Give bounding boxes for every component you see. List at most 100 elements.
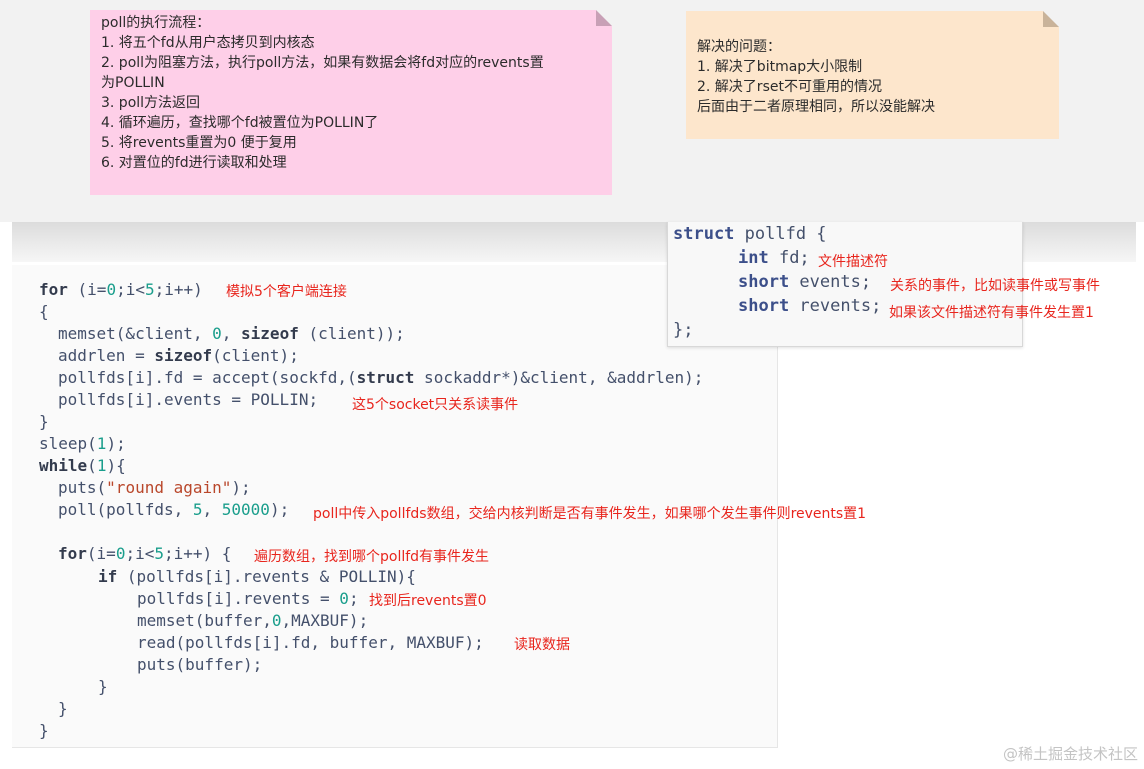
code-line-3: memset(&client, 0, sizeof (client));: [58, 324, 405, 343]
annotation-fd: 文件描述符: [818, 254, 888, 270]
code-text: poll(pollfds,: [58, 500, 193, 519]
code-text: (i=: [67, 280, 107, 299]
keyword: for: [39, 280, 68, 299]
code-line-13: if (pollfds[i].revents & POLLIN){: [98, 567, 416, 586]
code-text: (pollfds[i].revents & POLLIN){: [117, 567, 416, 586]
number: 5: [192, 500, 203, 519]
struct-line-5: };: [673, 320, 694, 340]
code-line-4: addrlen = sizeof(client);: [58, 346, 299, 365]
number: 5: [144, 280, 155, 299]
code-line-2: {: [39, 302, 49, 321]
keyword: for: [58, 544, 87, 563]
code-line-16: read(pollfds[i].fd, buffer, MAXBUF);: [137, 633, 484, 652]
code-text: revents;: [789, 296, 882, 316]
code-line-6: pollfds[i].events = POLLIN;: [58, 390, 319, 409]
code-text: ,MAXBUF);: [281, 611, 369, 630]
code-text: ){: [106, 456, 126, 475]
note-line: 6. 对置位的fd进行读取和处理: [101, 155, 287, 171]
note-line: 解决的问题：: [697, 39, 781, 55]
code-text: );: [269, 500, 290, 519]
keyword: sizeof: [241, 324, 299, 343]
code-text: ;i<: [116, 280, 145, 299]
code-line-14: pollfds[i].revents = 0;: [137, 589, 359, 608]
number: 5: [154, 544, 164, 563]
keyword: struct: [356, 368, 415, 387]
code-text: (: [87, 456, 97, 475]
code-text: ;: [348, 589, 359, 608]
number: 0: [106, 280, 117, 299]
annotation-revents: 如果该文件描述符有事件发生置1: [889, 305, 1094, 321]
struct-line-3: short events;: [738, 272, 871, 292]
code-text: );: [106, 434, 126, 453]
code-text: pollfds[i].revents =: [137, 589, 340, 608]
note-line: 2. 解决了rset不可重用的情况: [697, 79, 882, 95]
code-line-10: puts("round again");: [58, 478, 251, 497]
note-line: 后面由于二者原理相同，所以没能解决: [697, 99, 935, 115]
keyword: short: [738, 272, 790, 292]
note-fold: [1043, 11, 1059, 27]
annotation-reset: 找到后revents置0: [369, 593, 487, 609]
code-text: memset(&client,: [58, 324, 213, 343]
code-line-18: }: [98, 677, 108, 696]
code-text: (client);: [212, 346, 299, 365]
watermark: @稀土掘金技术社区: [1002, 745, 1138, 763]
note-line: 5. 将revents重置为0 便于复用: [101, 135, 297, 151]
code-text: ;i<: [125, 544, 155, 563]
code-text: addrlen =: [58, 346, 155, 365]
note-line: 2. poll为阻塞方法，执行poll方法，如果有数据会将fd对应的revent…: [101, 55, 544, 71]
code-line-1: for (i=0;i<5;i++): [39, 280, 203, 299]
code-line-5: pollfds[i].fd = accept(sockfd,(struct so…: [58, 368, 703, 387]
code-text: events;: [789, 272, 872, 292]
note-poll-flow: poll的执行流程： 1. 将五个fd从用户态拷贝到内核态 2. poll为阻塞…: [90, 10, 612, 195]
code-text: puts(: [58, 478, 107, 497]
number: 0: [339, 589, 349, 608]
note-line: poll的执行流程：: [101, 15, 211, 31]
code-text: pollfd {: [734, 224, 827, 244]
code-text: ;i++): [154, 280, 203, 299]
keyword: while: [39, 456, 88, 475]
code-line-19: }: [58, 699, 68, 718]
note-line: 1. 将五个fd从用户态拷贝到内核态: [101, 35, 315, 51]
code-line-11: poll(pollfds, 5, 50000);: [58, 500, 289, 519]
number: 1: [96, 456, 107, 475]
code-text: ,: [202, 500, 222, 519]
note-line: 为POLLIN: [101, 75, 165, 91]
annotation-events: 关系的事件，比如读事件或写事件: [890, 278, 1100, 294]
annotation-clients: 模拟5个客户端连接: [226, 284, 347, 300]
annotation-read-event: 这5个socket只关系读事件: [352, 397, 519, 413]
code-text: fd;: [768, 248, 810, 268]
code-text: );: [231, 478, 251, 497]
number: 0: [212, 324, 222, 343]
code-line-7: }: [39, 412, 49, 431]
annotation-poll-call: poll中传入pollfds数组，交给内核判断是否有事件发生，如果哪个发生事件则…: [313, 506, 867, 522]
string-literal: "round again": [106, 478, 232, 497]
note-solved-problems: 解决的问题： 1. 解决了bitmap大小限制 2. 解决了rset不可重用的情…: [686, 11, 1059, 139]
keyword: int: [738, 248, 769, 268]
code-text: ,: [221, 324, 242, 343]
annotation-loop: 遍历数组，找到哪个pollfd有事件发生: [254, 549, 490, 565]
code-text: pollfds[i].fd = accept(sockfd,(: [58, 368, 357, 387]
code-line-17: puts(buffer);: [137, 655, 263, 674]
annotation-read: 读取数据: [514, 637, 570, 653]
code-text: (client));: [298, 324, 405, 343]
keyword: short: [738, 296, 790, 316]
note-fold: [596, 10, 612, 26]
code-text: sleep(: [39, 434, 97, 453]
struct-line-1: struct pollfd {: [673, 224, 827, 244]
code-text: (i=: [86, 544, 116, 563]
struct-line-4: short revents;: [738, 296, 881, 316]
code-line-15: memset(buffer,0,MAXBUF);: [137, 611, 368, 630]
note-line: 3. poll方法返回: [101, 95, 201, 111]
number: 50000: [221, 500, 270, 519]
code-line-9: while(1){: [39, 456, 126, 475]
keyword: if: [98, 567, 118, 586]
number: 0: [271, 611, 282, 630]
code-text: ;i++) {: [164, 544, 232, 563]
number: 0: [115, 544, 126, 563]
code-text: sockaddr*)&client, &addrlen);: [414, 368, 704, 387]
keyword: struct: [673, 224, 735, 244]
code-text: memset(buffer,: [137, 611, 272, 630]
number: 1: [96, 434, 107, 453]
code-line-8: sleep(1);: [39, 434, 126, 453]
note-line: 4. 循环遍历，查找哪个fd被置位为POLLIN了: [101, 115, 379, 131]
